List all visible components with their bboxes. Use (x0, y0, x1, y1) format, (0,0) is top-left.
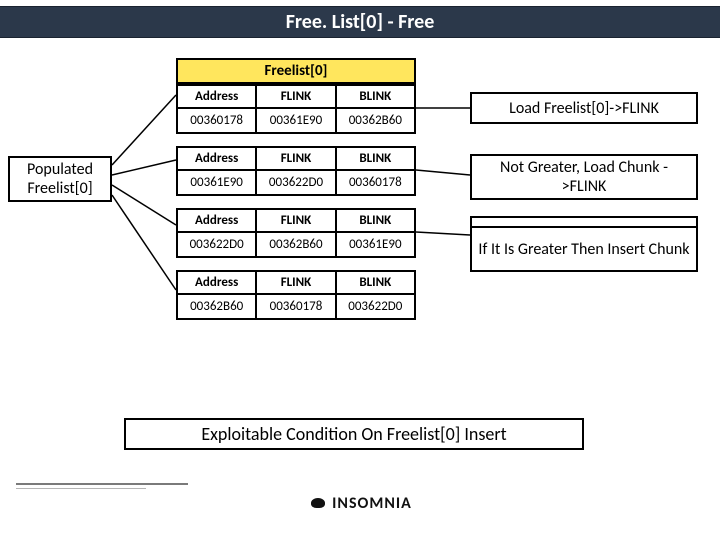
col-flink: FLINK (257, 272, 336, 295)
col-address: Address (178, 272, 257, 295)
cell-blink: 00362B60 (337, 109, 414, 132)
chunk-table-0: Address FLINK BLINK 00360178 00361E90 00… (176, 84, 416, 134)
footer-logo: INSOMNIA (0, 494, 720, 513)
col-blink: BLINK (337, 272, 414, 295)
col-blink: BLINK (337, 210, 414, 233)
footer-rule-thin (16, 488, 146, 489)
cell-address: 00360178 (178, 109, 257, 132)
col-flink: FLINK (257, 148, 336, 171)
col-address: Address (178, 86, 257, 109)
chunk-table-2: Address FLINK BLINK 003622D0 00362B60 00… (176, 208, 416, 258)
chunk-table-3: Address FLINK BLINK 00362B60 00360178 00… (176, 270, 416, 320)
cell-blink: 00360178 (337, 171, 414, 194)
col-blink: BLINK (337, 86, 414, 109)
freelist-header: Freelist[0] (176, 58, 416, 84)
col-blink: BLINK (337, 148, 414, 171)
cell-flink: 00362B60 (257, 233, 336, 256)
cell-flink: 00361E90 (257, 109, 336, 132)
step-box-2: Not Greater, Load Chunk ->FLINK (470, 154, 698, 200)
footer-text: INSOMNIA (332, 494, 412, 513)
cell-address: 00362B60 (178, 295, 257, 318)
col-address: Address (178, 210, 257, 233)
bottom-highlight: Exploitable Condition On Freelist[0] Ins… (124, 418, 584, 450)
cell-blink: 003622D0 (337, 295, 414, 318)
cell-flink: 00360178 (257, 295, 336, 318)
col-flink: FLINK (257, 86, 336, 109)
cell-address: 003622D0 (178, 233, 257, 256)
bug-icon (308, 496, 328, 510)
cell-address: 00361E90 (178, 171, 257, 194)
col-flink: FLINK (257, 210, 336, 233)
slide-title: Free. List[0] - Free (0, 6, 720, 38)
cell-blink: 00361E90 (337, 233, 414, 256)
cell-flink: 003622D0 (257, 171, 336, 194)
step-box-1: Load Freelist[0]->FLINK (470, 92, 698, 124)
populated-label: Populated Freelist[0] (8, 156, 112, 202)
chunk-table-1: Address FLINK BLINK 00361E90 003622D0 00… (176, 146, 416, 196)
col-address: Address (178, 148, 257, 171)
footer-rule (16, 483, 188, 485)
step-box-3: If It Is Greater Then Insert Chunk (470, 226, 698, 272)
